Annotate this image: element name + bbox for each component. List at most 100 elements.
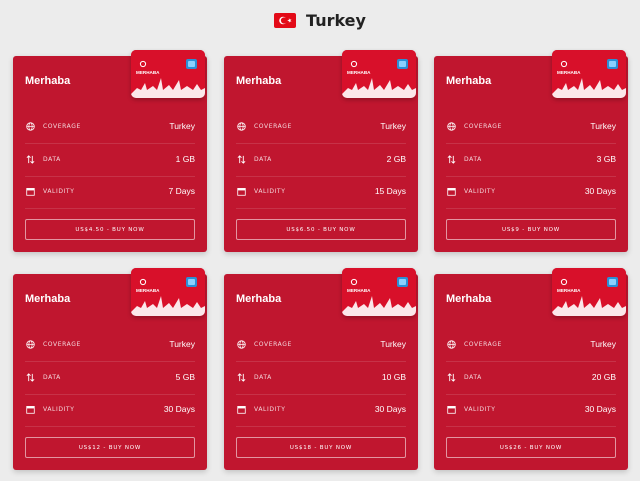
divider — [236, 394, 406, 395]
data-label: DATA — [254, 373, 272, 381]
data-row: DATA 2 GB — [236, 149, 406, 169]
validity-row: VALIDITY 7 Days — [25, 181, 195, 201]
coverage-value: Turkey — [590, 339, 616, 349]
globe-icon — [446, 339, 456, 349]
sim-card-image: MERHABA — [131, 50, 205, 98]
svg-text:MERHABA: MERHABA — [557, 70, 581, 75]
divider — [446, 176, 616, 177]
validity-value: 30 Days — [374, 404, 406, 414]
divider — [446, 143, 616, 144]
validity-row: VALIDITY 30 Days — [25, 399, 195, 419]
data-label: DATA — [464, 155, 482, 163]
divider — [25, 208, 195, 209]
plan-card: Merhaba MERHABA COVERAGE Turkey DATA 20 … — [434, 268, 628, 470]
validity-value: 30 Days — [163, 404, 195, 414]
validity-label: VALIDITY — [254, 405, 286, 413]
turkey-flag-icon — [274, 12, 297, 28]
buy-now-button[interactable]: US$26 - BUY NOW — [446, 437, 616, 458]
buy-now-button[interactable]: US$9 - BUY NOW — [446, 219, 616, 240]
plan-card: Merhaba MERHABA COVERAGE Turkey DATA 2 G… — [224, 50, 418, 252]
divider — [236, 208, 406, 209]
coverage-label: COVERAGE — [464, 122, 502, 130]
coverage-value: Turkey — [169, 339, 195, 349]
plan-title: Merhaba — [236, 293, 282, 305]
arrows-up-down-icon — [25, 372, 35, 382]
plan-title: Merhaba — [446, 75, 492, 87]
data-value: 20 GB — [591, 372, 616, 382]
calendar-icon — [25, 186, 35, 196]
data-label: DATA — [254, 155, 272, 163]
svg-text:MERHABA: MERHABA — [136, 288, 160, 293]
buy-now-button[interactable]: US$4.50 - BUY NOW — [25, 219, 195, 240]
calendar-icon — [446, 404, 456, 414]
plan-card: Merhaba MERHABA COVERAGE Turkey DATA 3 G… — [434, 50, 628, 252]
validity-value: 7 Days — [168, 186, 195, 196]
coverage-value: Turkey — [590, 121, 616, 131]
globe-icon — [25, 339, 35, 349]
arrows-up-down-icon — [25, 154, 35, 164]
data-value: 5 GB — [175, 372, 195, 382]
divider — [25, 426, 195, 427]
validity-row: VALIDITY 30 Days — [236, 399, 406, 419]
coverage-label: COVERAGE — [43, 340, 81, 348]
divider — [25, 394, 195, 395]
data-value: 3 GB — [596, 154, 616, 164]
data-value: 2 GB — [386, 154, 406, 164]
divider — [446, 361, 616, 362]
coverage-value: Turkey — [380, 339, 406, 349]
coverage-value: Turkey — [380, 121, 406, 131]
validity-value: 15 Days — [374, 186, 406, 196]
data-row: DATA 20 GB — [446, 367, 616, 387]
data-value: 1 GB — [175, 154, 195, 164]
validity-label: VALIDITY — [43, 405, 75, 413]
calendar-icon — [236, 186, 246, 196]
divider — [236, 426, 406, 427]
globe-icon — [236, 339, 246, 349]
plan-title: Merhaba — [25, 293, 71, 305]
plan-title: Merhaba — [236, 75, 282, 87]
buy-now-button[interactable]: US$6.50 - BUY NOW — [236, 219, 406, 240]
globe-icon — [446, 121, 456, 131]
divider — [236, 176, 406, 177]
divider — [236, 361, 406, 362]
globe-icon — [236, 121, 246, 131]
arrows-up-down-icon — [236, 372, 246, 382]
divider — [446, 426, 616, 427]
validity-label: VALIDITY — [254, 187, 286, 195]
divider — [446, 394, 616, 395]
validity-value: 30 Days — [584, 186, 616, 196]
coverage-row: COVERAGE Turkey — [446, 334, 616, 354]
buy-now-button[interactable]: US$12 - BUY NOW — [25, 437, 195, 458]
globe-icon — [25, 121, 35, 131]
divider — [25, 361, 195, 362]
data-row: DATA 10 GB — [236, 367, 406, 387]
sim-card-image: MERHABA — [342, 50, 416, 98]
plan-card: Merhaba MERHABA COVERAGE Turkey DATA 1 G… — [13, 50, 207, 252]
validity-label: VALIDITY — [464, 405, 496, 413]
svg-text:MERHABA: MERHABA — [136, 70, 160, 75]
coverage-label: COVERAGE — [254, 340, 292, 348]
coverage-row: COVERAGE Turkey — [446, 116, 616, 136]
coverage-row: COVERAGE Turkey — [25, 334, 195, 354]
svg-text:MERHABA: MERHABA — [347, 288, 371, 293]
arrows-up-down-icon — [236, 154, 246, 164]
sim-card-image: MERHABA — [552, 50, 626, 98]
plan-card: Merhaba MERHABA COVERAGE Turkey DATA 10 … — [224, 268, 418, 470]
svg-text:MERHABA: MERHABA — [557, 288, 581, 293]
calendar-icon — [446, 186, 456, 196]
svg-text:MERHABA: MERHABA — [347, 70, 371, 75]
divider — [446, 208, 616, 209]
validity-label: VALIDITY — [43, 187, 75, 195]
data-label: DATA — [43, 373, 61, 381]
validity-row: VALIDITY 30 Days — [446, 399, 616, 419]
validity-row: VALIDITY 30 Days — [446, 181, 616, 201]
data-value: 10 GB — [381, 372, 406, 382]
page-header: Turkey — [0, 0, 640, 40]
sim-card-image: MERHABA — [342, 268, 416, 316]
divider — [25, 176, 195, 177]
coverage-value: Turkey — [169, 121, 195, 131]
plan-card: Merhaba MERHABA COVERAGE Turkey DATA 5 G… — [13, 268, 207, 470]
plan-title: Merhaba — [25, 75, 71, 87]
coverage-row: COVERAGE Turkey — [25, 116, 195, 136]
buy-now-button[interactable]: US$18 - BUY NOW — [236, 437, 406, 458]
